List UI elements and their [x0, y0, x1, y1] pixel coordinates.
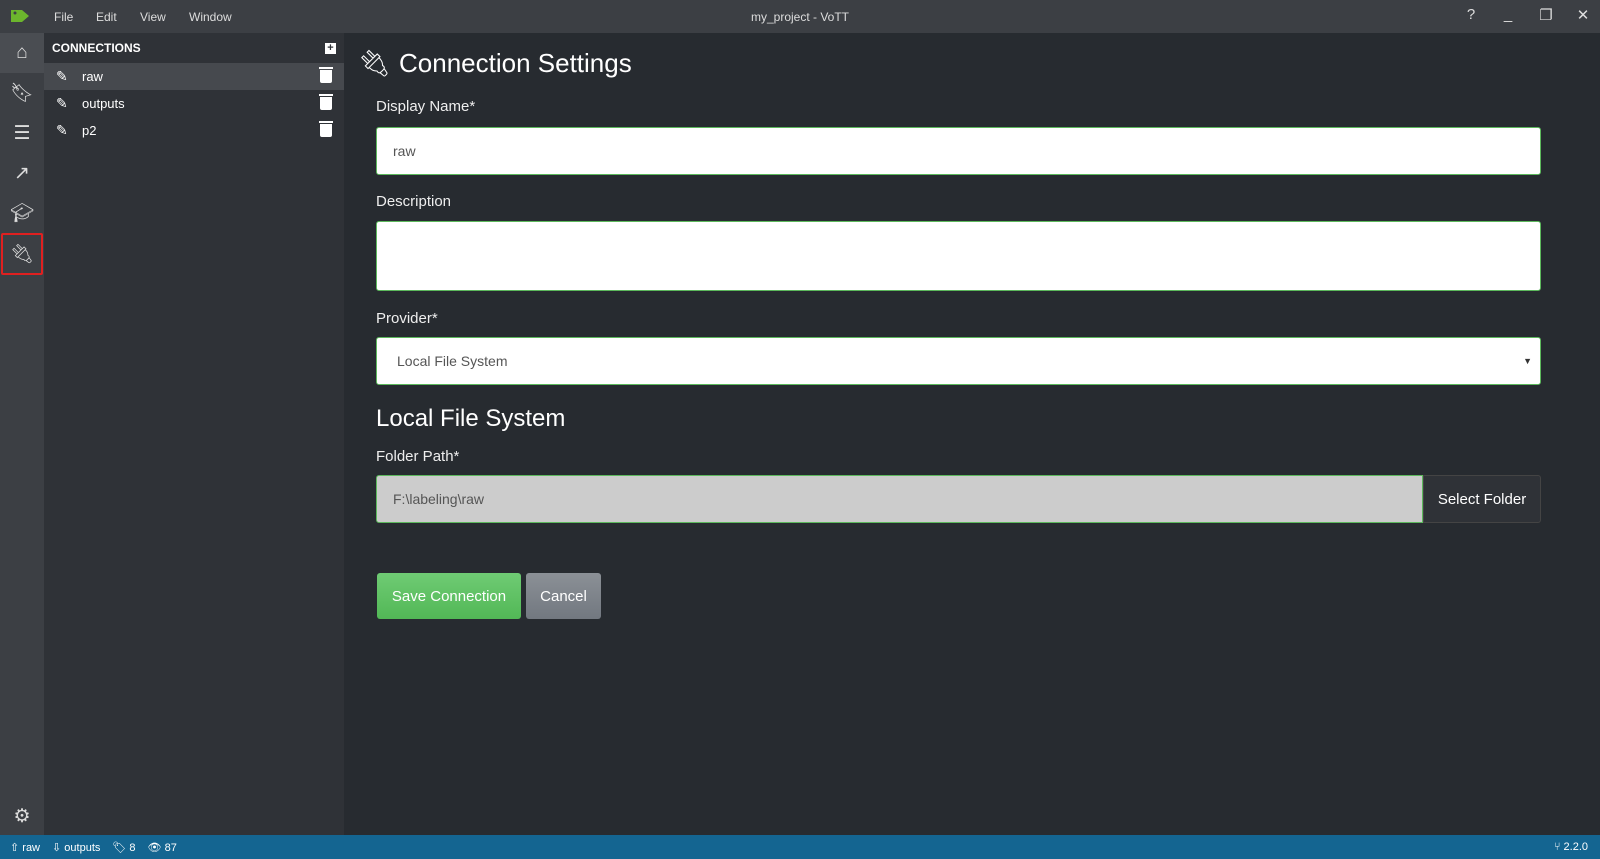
- gear-icon[interactable]: ⚙: [0, 796, 44, 836]
- target-connection: ⇩ outputs: [52, 841, 101, 854]
- section-title: Local File System: [376, 405, 566, 432]
- close-button[interactable]: ✕: [1572, 6, 1594, 26]
- provider-label: Provider*: [376, 310, 438, 327]
- icon-rail: ⌂ 🔖︎ ☰ ↗ 🎓︎ 🔌︎ ⚙: [0, 33, 44, 835]
- folder-path-input[interactable]: F:\labeling\raw: [376, 475, 1423, 523]
- home-icon[interactable]: ⌂: [0, 33, 44, 73]
- trash-icon[interactable]: [319, 94, 333, 110]
- title-bar: File Edit View Window my_project - VoTT …: [0, 0, 1600, 33]
- display-name-input[interactable]: raw: [376, 127, 1541, 175]
- sliders-icon[interactable]: ☰: [0, 113, 44, 153]
- export-icon[interactable]: ↗: [0, 153, 44, 193]
- status-bar: ⇧ raw ⇩ outputs 🏷︎ 8 👁︎ 87 ⑂ 2.2.0: [0, 835, 1600, 859]
- provider-value: Local File System: [397, 353, 508, 369]
- source-connection: ⇧ raw: [10, 841, 41, 854]
- eye-icon: 👁︎: [147, 841, 162, 854]
- add-connection-button[interactable]: +: [325, 42, 336, 54]
- plug-icon: 🔌︎: [358, 48, 392, 78]
- connection-item-raw[interactable]: ✎ raw: [44, 63, 344, 90]
- version: ⑂ 2.2.0: [1553, 841, 1588, 853]
- connection-item-p2[interactable]: ✎ p2: [44, 117, 344, 144]
- tag-icon: 🏷︎: [112, 841, 127, 854]
- connection-item-outputs[interactable]: ✎ outputs: [44, 90, 344, 117]
- folder-path-label: Folder Path*: [376, 448, 460, 465]
- provider-select[interactable]: Local File System ▼: [376, 337, 1541, 385]
- maximize-button[interactable]: ❐: [1535, 6, 1557, 26]
- page-title: 🔌︎ Connection Settings: [358, 48, 632, 78]
- visited-count: 👁︎ 87: [147, 841, 177, 854]
- minimize-button[interactable]: _: [1497, 6, 1519, 26]
- connections-header: CONNECTIONS: [52, 41, 141, 55]
- tag-count: 🏷︎ 8: [112, 841, 136, 854]
- connection-label: p2: [82, 123, 97, 138]
- cancel-button[interactable]: Cancel: [526, 573, 601, 619]
- trash-icon[interactable]: [319, 121, 333, 137]
- trash-icon[interactable]: [319, 67, 333, 83]
- description-label: Description: [376, 193, 452, 210]
- bookmark-icon[interactable]: 🔖︎: [0, 73, 44, 113]
- connections-panel: CONNECTIONS + ✎ raw ✎ outputs ✎ p2: [44, 33, 344, 835]
- help-icon[interactable]: ?: [1460, 6, 1482, 26]
- description-textarea[interactable]: [376, 221, 1541, 291]
- connection-settings-form: 🔌︎ Connection Settings Display Name* raw …: [344, 33, 1600, 835]
- edit-icon[interactable]: ✎: [56, 68, 74, 85]
- chevron-down-icon: ▼: [1523, 356, 1532, 366]
- display-name-label: Display Name*: [376, 98, 476, 115]
- window-title: my_project - VoTT: [750, 10, 850, 24]
- connection-label: outputs: [82, 96, 125, 111]
- edit-icon[interactable]: ✎: [56, 95, 74, 112]
- plug-icon[interactable]: 🔌︎: [0, 232, 44, 276]
- save-connection-button[interactable]: Save Connection: [377, 573, 521, 619]
- graduation-cap-icon[interactable]: 🎓︎: [0, 193, 44, 233]
- edit-icon[interactable]: ✎: [56, 122, 74, 139]
- connection-label: raw: [82, 69, 103, 84]
- select-folder-button[interactable]: Select Folder: [1423, 475, 1541, 523]
